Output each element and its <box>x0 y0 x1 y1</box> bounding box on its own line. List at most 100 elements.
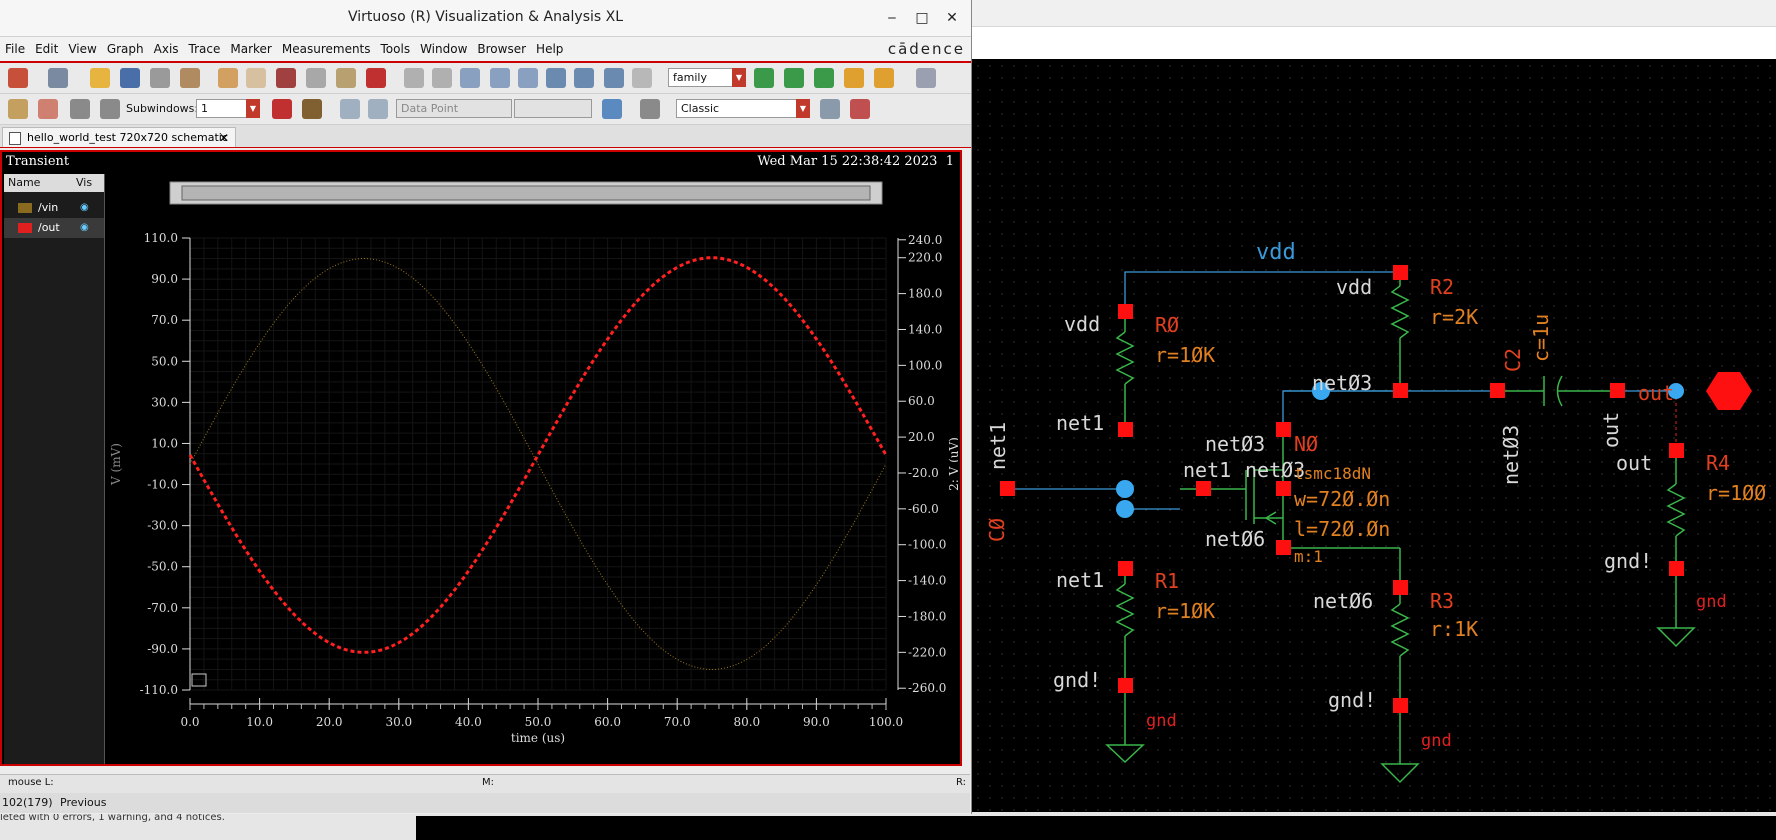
y-right-tick-label: -20.0 <box>908 466 939 480</box>
menu-help[interactable]: Help <box>531 37 568 61</box>
split-icon[interactable] <box>100 99 120 119</box>
plot-date: Wed Mar 15 22:38:42 2023 1 <box>757 154 954 169</box>
new-subwindow-icon[interactable] <box>874 68 894 88</box>
label-net03-b: netØ3 <box>1205 432 1265 456</box>
visibility-eye-icon[interactable]: ◉ <box>80 222 89 233</box>
menu-file[interactable]: File <box>0 37 30 61</box>
x-tick-label: 70.0 <box>664 715 691 729</box>
overlay-icon[interactable] <box>814 68 834 88</box>
export-icon[interactable] <box>180 68 200 88</box>
clear-icon[interactable] <box>850 99 870 119</box>
back-icon[interactable] <box>404 68 424 88</box>
prev-marker-icon[interactable] <box>340 99 360 119</box>
label-r3: R3 <box>1430 589 1454 613</box>
menu-tools[interactable]: Tools <box>376 37 416 61</box>
forward-icon[interactable] <box>432 68 452 88</box>
label-w: w=72Ø.Øn <box>1294 487 1390 511</box>
x-tick-label: 20.0 <box>316 715 343 729</box>
zoom-x-icon[interactable] <box>546 68 566 88</box>
label-gnd4: gnd! <box>1604 549 1652 573</box>
save-icon[interactable] <box>120 68 140 88</box>
grid-icon[interactable] <box>916 68 936 88</box>
composite-icon[interactable] <box>784 68 804 88</box>
chart-icon[interactable] <box>602 99 622 119</box>
select-tool-icon[interactable] <box>8 99 28 119</box>
undo-icon[interactable] <box>218 68 238 88</box>
menu-window[interactable]: Window <box>415 37 472 61</box>
plot-area[interactable]: Transient Wed Mar 15 22:38:42 2023 1 Nam… <box>0 150 962 766</box>
y-right-tick-label: -140.0 <box>908 574 946 588</box>
annotate-icon[interactable] <box>302 99 322 119</box>
y-left-tick-label: -50.0 <box>147 560 178 574</box>
menu-edit[interactable]: Edit <box>30 37 63 61</box>
menu-graph[interactable]: Graph <box>102 37 149 61</box>
label-vdd-top: vdd <box>1256 240 1296 265</box>
y-axis-left-label: V (mV) <box>109 443 123 486</box>
marker-type-combo[interactable]: Data Point <box>396 99 512 118</box>
calculator-icon[interactable] <box>640 99 660 119</box>
redo-icon[interactable] <box>246 68 266 88</box>
label-r3-val: r:1K <box>1430 617 1478 641</box>
status-bar: mouse L: M: R: <box>0 774 970 793</box>
y-axis-right-label: 2: V (uV) <box>947 437 958 491</box>
delete-icon[interactable] <box>366 68 386 88</box>
new-graph-icon[interactable] <box>844 68 864 88</box>
new-window-icon[interactable] <box>8 68 28 88</box>
close-button[interactable]: ✕ <box>940 6 964 30</box>
subwindows-combo[interactable]: 1 ▼ <box>196 99 260 118</box>
zoom-y-icon[interactable] <box>574 68 594 88</box>
stack-icon[interactable] <box>70 99 90 119</box>
family-combo[interactable]: family ▼ <box>668 68 746 87</box>
menu-trace[interactable]: Trace <box>184 37 226 61</box>
zoom-in-icon[interactable] <box>460 68 480 88</box>
menu-measurements[interactable]: Measurements <box>277 37 376 61</box>
properties-icon[interactable] <box>820 99 840 119</box>
marker-value-field[interactable] <box>514 99 592 118</box>
y-left-tick-label: -10.0 <box>147 478 178 492</box>
menu-browser[interactable]: Browser <box>472 37 531 61</box>
legend-row-out[interactable]: /out ◉ <box>4 218 104 238</box>
marker-tool-icon[interactable] <box>38 99 58 119</box>
legend-header-vis: Vis <box>76 176 93 189</box>
titlebar[interactable]: Virtuoso (R) Visualization & Analysis XL… <box>0 0 971 37</box>
zoom-fit-icon[interactable] <box>518 68 538 88</box>
copy-icon[interactable] <box>306 68 326 88</box>
paste-icon[interactable] <box>336 68 356 88</box>
style-combo[interactable]: Classic ▼ <box>676 99 810 118</box>
menu-marker[interactable]: Marker <box>225 37 276 61</box>
legend-row-vin[interactable]: /vin ◉ <box>4 198 104 218</box>
y-right-tick-label: -60.0 <box>908 502 939 516</box>
strip-chart-icon[interactable] <box>754 68 774 88</box>
zoom-reset-icon[interactable] <box>632 68 652 88</box>
tab-close-icon[interactable]: ✕ <box>219 128 229 148</box>
menu-axis[interactable]: Axis <box>149 37 184 61</box>
menu-view[interactable]: View <box>63 37 101 61</box>
menubar: File Edit View Graph Axis Trace Marker Measurem… <box>0 37 971 63</box>
y-left-tick-label: 30.0 <box>151 395 178 409</box>
subwindow-number: 1 <box>945 154 954 169</box>
zoom-box-icon[interactable] <box>604 68 624 88</box>
subwindows-label: Subwindows: <box>126 102 199 115</box>
next-marker-icon[interactable] <box>368 99 388 119</box>
y-left-tick-label: -90.0 <box>147 642 178 656</box>
label-c2: C2 <box>1501 348 1525 372</box>
maximize-button[interactable]: □ <box>910 6 934 30</box>
label-gnd4-lbl: gnd <box>1696 592 1727 612</box>
flag-icon[interactable] <box>272 99 292 119</box>
open-icon[interactable] <box>90 68 110 88</box>
visibility-eye-icon[interactable]: ◉ <box>80 202 89 213</box>
status-bar-bottom: 102(179) Previous <box>0 793 970 813</box>
y-right-tick-label: -180.0 <box>908 609 946 623</box>
y-left-tick-label: -70.0 <box>147 601 178 615</box>
viva-window: Virtuoso (R) Visualization & Analysis XL… <box>0 0 972 814</box>
print-icon[interactable] <box>150 68 170 88</box>
layout-icon[interactable] <box>48 68 68 88</box>
tabbar: hello_world_test 720x720 schematic ✕ <box>0 125 971 148</box>
minimize-button[interactable]: ‒ <box>880 6 904 30</box>
label-c0: CØ <box>985 518 1009 542</box>
waveform-chart[interactable]: 0.0 10.0 20.0 30.0 40.0 50.0 60.0 70.0 80.0 90.0 1… <box>106 176 958 764</box>
tab-schematic[interactable]: hello_world_test 720x720 schematic ✕ <box>2 127 236 147</box>
cut-icon[interactable] <box>276 68 296 88</box>
x-tick-label: 10.0 <box>246 715 273 729</box>
zoom-out-icon[interactable] <box>490 68 510 88</box>
